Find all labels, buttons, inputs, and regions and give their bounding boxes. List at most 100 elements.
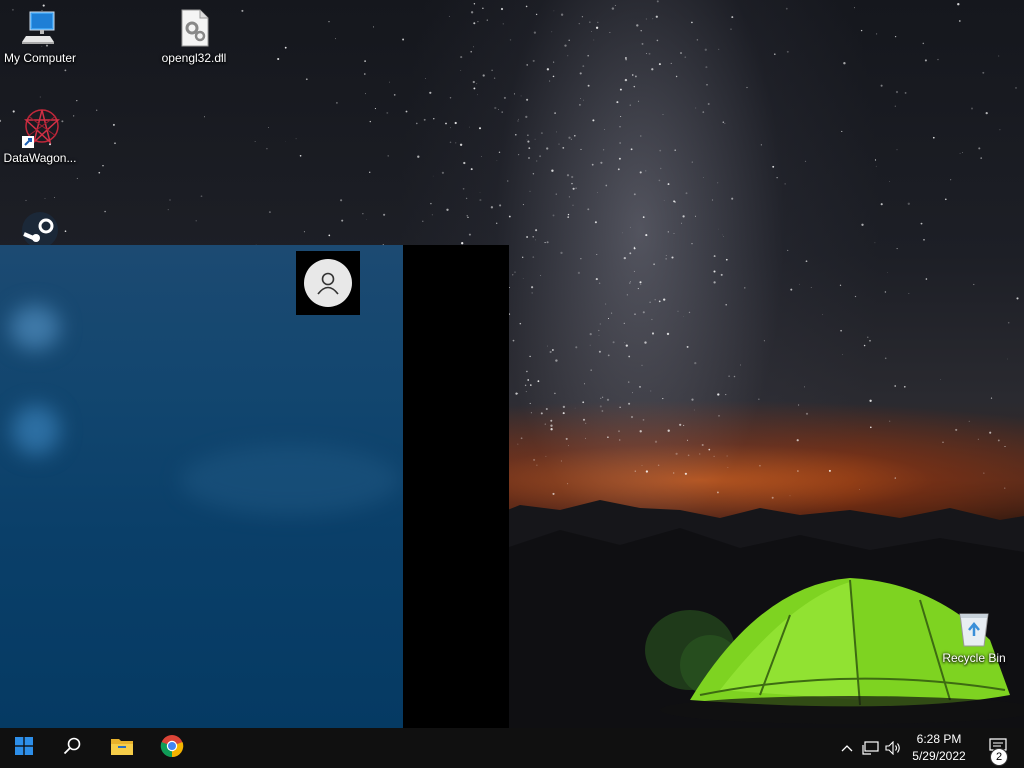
user-account-button[interactable] <box>296 251 360 315</box>
star <box>999 129 1001 131</box>
star <box>713 270 716 273</box>
star <box>622 232 623 234</box>
star <box>693 409 695 411</box>
star <box>544 242 546 244</box>
star <box>535 229 538 232</box>
star <box>632 392 633 394</box>
star <box>560 251 563 255</box>
star <box>529 190 531 193</box>
star <box>854 7 855 9</box>
star <box>565 437 568 440</box>
star <box>387 155 389 157</box>
star <box>874 242 876 244</box>
star <box>731 16 734 19</box>
star <box>874 159 877 161</box>
star <box>606 398 610 401</box>
star <box>619 142 621 144</box>
star <box>469 126 470 128</box>
star <box>726 455 728 457</box>
star <box>648 52 651 55</box>
star <box>517 443 519 445</box>
star <box>694 361 697 365</box>
star <box>560 13 564 16</box>
desktop-icon-label: DataWagon... <box>3 151 77 165</box>
star <box>589 21 591 23</box>
star <box>402 38 405 41</box>
star <box>549 350 552 354</box>
star <box>462 187 465 190</box>
star <box>887 272 888 273</box>
network-icon[interactable] <box>861 738 881 758</box>
volume-icon[interactable] <box>884 738 904 758</box>
star <box>705 66 708 69</box>
star <box>730 28 732 30</box>
star <box>785 7 788 10</box>
star <box>167 209 169 211</box>
star <box>645 18 647 20</box>
star <box>514 271 516 273</box>
star <box>587 54 590 57</box>
star <box>455 142 457 144</box>
star <box>920 222 923 225</box>
star <box>691 398 694 401</box>
star <box>600 397 602 399</box>
star <box>634 75 637 78</box>
star <box>633 85 636 88</box>
chrome-button[interactable] <box>148 728 196 768</box>
start-button[interactable] <box>0 728 48 768</box>
star <box>654 298 656 301</box>
star <box>593 39 595 41</box>
star <box>555 193 557 195</box>
star <box>985 111 988 115</box>
search-button[interactable] <box>48 728 96 768</box>
file-explorer-button[interactable] <box>98 728 146 768</box>
star <box>645 234 648 237</box>
star <box>577 271 581 275</box>
star <box>633 246 635 248</box>
star <box>545 407 548 411</box>
chevron-up-icon[interactable] <box>837 738 857 758</box>
star <box>96 109 98 111</box>
desktop-icon-recycle-bin[interactable]: Recycle Bin <box>934 608 1014 665</box>
star <box>662 398 664 400</box>
star <box>405 110 408 113</box>
star <box>383 213 386 216</box>
star <box>473 3 476 5</box>
star <box>491 69 493 72</box>
desktop-icon-steam[interactable] <box>0 210 80 245</box>
star <box>959 152 961 154</box>
star <box>711 199 714 201</box>
star <box>340 199 343 202</box>
desktop-icon-my-computer[interactable]: My Computer <box>0 8 80 65</box>
star <box>932 136 935 139</box>
star <box>268 211 271 214</box>
star <box>894 477 896 479</box>
star <box>532 59 535 62</box>
desktop-icon-opengl32-dll[interactable]: opengl32.dll <box>154 8 234 65</box>
star <box>607 317 610 320</box>
star <box>466 215 468 217</box>
star <box>532 256 535 258</box>
star <box>540 274 542 277</box>
star <box>702 177 704 178</box>
star <box>473 22 476 25</box>
star <box>655 15 658 18</box>
star <box>645 470 649 473</box>
star <box>241 9 244 12</box>
star <box>482 74 485 77</box>
star <box>843 62 846 65</box>
star <box>587 84 590 87</box>
star <box>550 419 553 422</box>
taskbar-clock[interactable]: 6:28 PM 5/29/2022 <box>906 731 972 765</box>
star <box>759 464 761 467</box>
star <box>654 440 658 443</box>
star <box>634 313 636 316</box>
star <box>468 233 471 236</box>
star <box>540 132 543 135</box>
star <box>572 204 574 206</box>
star <box>867 336 869 338</box>
star <box>804 386 805 388</box>
star <box>509 39 512 41</box>
desktop-icon-datawagon[interactable]: DataWagon... <box>0 108 80 165</box>
star <box>708 448 711 451</box>
